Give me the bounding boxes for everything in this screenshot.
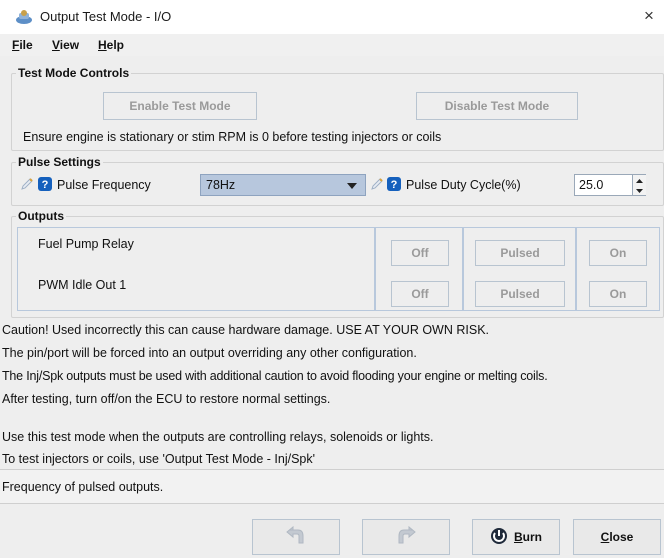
burn-button[interactable]: Burn (472, 519, 560, 555)
pulse-frequency-select[interactable]: 78Hz (200, 174, 366, 196)
pwm-idle-pulsed-button[interactable]: Pulsed (475, 281, 565, 307)
status-text: Frequency of pulsed outputs. (2, 480, 164, 494)
status-bar: Frequency of pulsed outputs. (0, 469, 664, 504)
info-line: Use this test mode when the outputs are … (2, 430, 434, 444)
spinner-down-icon[interactable] (632, 185, 646, 195)
window-title: Output Test Mode - I/O (40, 9, 172, 24)
close-label-rest: lose (609, 530, 634, 544)
close-window-icon[interactable]: × (644, 6, 654, 26)
fuel-pump-off-button[interactable]: Off (391, 240, 449, 266)
chevron-down-icon[interactable] (346, 180, 358, 194)
fuel-pump-on-button[interactable]: On (589, 240, 647, 266)
menu-view-mnemonic: V (52, 38, 60, 52)
fuel-pump-pulsed-button[interactable]: Pulsed (475, 240, 565, 266)
pulse-frequency-label: Pulse Frequency (57, 178, 151, 192)
pwm-idle-off-button[interactable]: Off (391, 281, 449, 307)
menu-help-label: elp (106, 38, 125, 52)
duty-cycle-spinner[interactable]: 25.0 (574, 174, 646, 196)
pulse-frequency-value: 78Hz (206, 178, 236, 192)
warning-line: The pin/port will be forced into an outp… (2, 346, 417, 360)
outputs-title: Outputs (16, 209, 66, 223)
svg-text:?: ? (42, 179, 49, 191)
pulse-settings-title: Pulse Settings (16, 155, 103, 169)
svg-text:?: ? (391, 179, 398, 191)
undo-icon (285, 525, 307, 549)
app-icon (15, 9, 33, 25)
close-button[interactable]: Close (573, 519, 661, 555)
burn-label: Burn (514, 530, 542, 544)
menu-view-label: iew (59, 38, 80, 52)
duty-cycle-value: 25.0 (579, 178, 604, 192)
menu-help-mnemonic: H (98, 38, 107, 52)
warning-line: The Inj/Spk outputs must be used with ad… (2, 369, 548, 383)
close-label: Close (601, 530, 634, 544)
burn-mnemonic: B (513, 530, 523, 544)
menu-view[interactable]: View (52, 38, 79, 52)
warning-line: Caution! Used incorrectly this can cause… (2, 323, 490, 337)
burn-label-rest: urn (522, 530, 542, 544)
test-mode-note: Ensure engine is stationary or stim RPM … (23, 130, 442, 144)
undo-button[interactable] (252, 519, 340, 555)
info-line: To test injectors or coils, use 'Output … (2, 452, 316, 466)
burn-icon (490, 527, 508, 548)
pulse-duty-cycle-label: Pulse Duty Cycle(%) (406, 178, 521, 192)
menu-file[interactable]: File (12, 38, 33, 52)
redo-icon (395, 525, 417, 549)
pencil-icon[interactable] (370, 177, 384, 194)
question-mark-icon[interactable]: ? (38, 177, 52, 194)
question-mark-icon[interactable]: ? (387, 177, 401, 194)
pwm-idle-on-button[interactable]: On (589, 281, 647, 307)
menu-file-label: ile (19, 38, 33, 52)
disable-test-mode-button[interactable]: Disable Test Mode (416, 92, 578, 120)
output-name: PWM Idle Out 1 (38, 278, 127, 292)
warning-line: After testing, turn off/on the ECU to re… (2, 392, 331, 406)
pencil-icon[interactable] (20, 177, 34, 194)
test-mode-controls-title: Test Mode Controls (16, 66, 132, 80)
enable-test-mode-button[interactable]: Enable Test Mode (103, 92, 257, 120)
redo-button[interactable] (362, 519, 450, 555)
output-name: Fuel Pump Relay (38, 237, 134, 251)
menu-help[interactable]: Help (98, 38, 124, 52)
